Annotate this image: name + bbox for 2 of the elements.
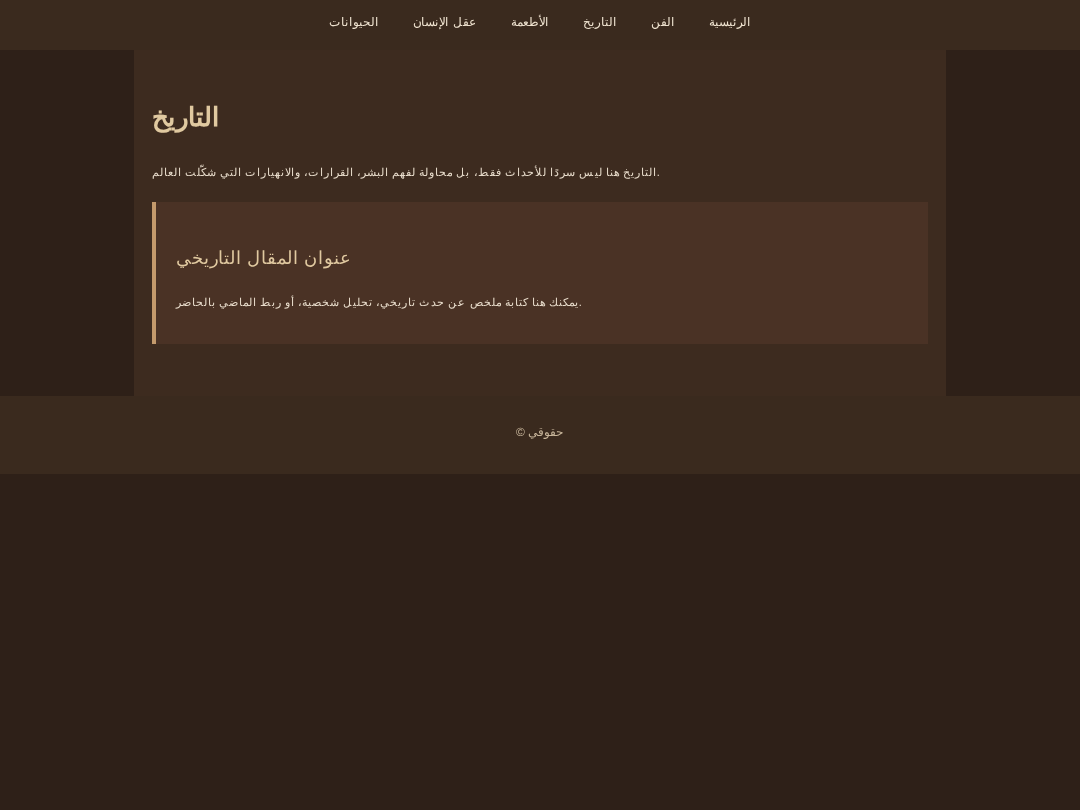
article-title: عنوان المقال التاريخي [176,245,353,273]
page-title: التاريخ [152,100,222,137]
